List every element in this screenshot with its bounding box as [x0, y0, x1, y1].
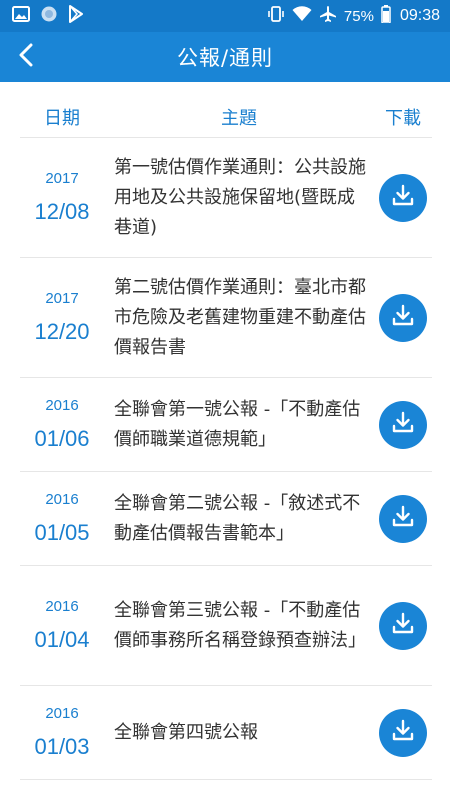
app-bar: 公報/通則 [0, 32, 450, 82]
list-item[interactable]: 2016 01/03 全聯會第四號公報 [20, 686, 432, 780]
download-button[interactable] [379, 173, 427, 222]
date-month-day: 01/04 [34, 626, 90, 652]
table-header: 日期 主題 下載 [20, 96, 432, 138]
download-icon [390, 504, 416, 534]
download-button[interactable] [379, 708, 427, 757]
download-button[interactable] [379, 494, 427, 543]
download-cell [374, 173, 432, 222]
date-year: 2016 [45, 597, 79, 615]
download-button[interactable] [379, 400, 427, 449]
back-arrow-icon [16, 43, 36, 71]
status-bar: 75% 09:38 [0, 0, 450, 32]
status-right: 75% 09:38 [267, 5, 440, 27]
subject-text: 全聯會第三號公報 -「不動產估價師事務所名稱登錄預查辦法」 [114, 599, 366, 651]
date-cell: 2017 12/20 [20, 290, 104, 346]
subject-text: 第二號估價作業通則：臺北市都市危險及老舊建物重建不動產估價報告書 [114, 276, 366, 358]
download-icon [390, 303, 416, 333]
date-year: 2017 [45, 289, 79, 307]
list-item[interactable]: 2016 01/06 全聯會第一號公報 -「不動產估價師職業道德規範」 [20, 378, 432, 472]
bulletin-list: 2017 12/08 第一號估價作業通則：公共設施用地及公共設施保留地(暨既成巷… [20, 138, 432, 780]
subject-text: 全聯會第四號公報 [114, 721, 258, 743]
page-title: 公報/通則 [176, 46, 274, 70]
download-icon [390, 183, 416, 213]
wifi-icon [292, 6, 312, 26]
list-item[interactable]: 2017 12/20 第二號估價作業通則：臺北市都市危險及老舊建物重建不動產估價… [20, 258, 432, 378]
download-icon [390, 410, 416, 440]
date-cell: 2016 01/04 [20, 598, 104, 654]
battery-percent: 75% [343, 7, 374, 25]
date-month-day: 12/08 [34, 198, 90, 224]
download-button[interactable] [379, 601, 427, 650]
header-date: 日期 [44, 107, 80, 129]
download-icon [390, 718, 416, 748]
download-icon [390, 611, 416, 641]
date-year: 2016 [45, 490, 79, 508]
date-year: 2016 [45, 396, 79, 414]
download-button[interactable] [379, 293, 427, 342]
date-month-day: 12/20 [34, 318, 90, 344]
vibrate-icon [267, 5, 285, 27]
date-cell: 2016 01/03 [20, 705, 104, 761]
date-cell: 2017 12/08 [20, 170, 104, 226]
header-subject: 主題 [221, 107, 257, 129]
list-item[interactable]: 2016 01/04 全聯會第三號公報 -「不動產估價師事務所名稱登錄預查辦法」 [20, 566, 432, 686]
back-button[interactable] [6, 37, 46, 77]
list-item[interactable]: 2016 01/05 全聯會第二號公報 -「敘述式不動產估價報告書範本」 [20, 472, 432, 566]
download-cell [374, 494, 432, 543]
date-year: 2017 [45, 169, 79, 187]
download-cell [374, 601, 432, 650]
date-cell: 2016 01/05 [20, 491, 104, 547]
download-cell [374, 708, 432, 757]
status-time: 09:38 [399, 7, 440, 24]
sync-icon [40, 5, 58, 27]
image-icon [12, 6, 30, 26]
date-month-day: 01/03 [34, 733, 90, 759]
battery-icon [381, 5, 391, 27]
subject-text: 第一號估價作業通則：公共設施用地及公共設施保留地(暨既成巷道) [114, 156, 366, 238]
airplane-icon [319, 5, 337, 27]
date-cell: 2016 01/06 [20, 397, 104, 453]
date-month-day: 01/06 [34, 425, 90, 451]
subject-text: 全聯會第二號公報 -「敘述式不動產估價報告書範本」 [114, 492, 361, 544]
play-store-icon [68, 5, 84, 27]
download-cell [374, 293, 432, 342]
download-cell [374, 400, 432, 449]
date-month-day: 01/05 [34, 519, 90, 545]
list-item[interactable]: 2017 12/08 第一號估價作業通則：公共設施用地及公共設施保留地(暨既成巷… [20, 138, 432, 258]
status-left [12, 5, 84, 27]
subject-text: 全聯會第一號公報 -「不動產估價師職業道德規範」 [114, 398, 361, 450]
header-download: 下載 [385, 107, 421, 129]
date-year: 2016 [45, 704, 79, 722]
